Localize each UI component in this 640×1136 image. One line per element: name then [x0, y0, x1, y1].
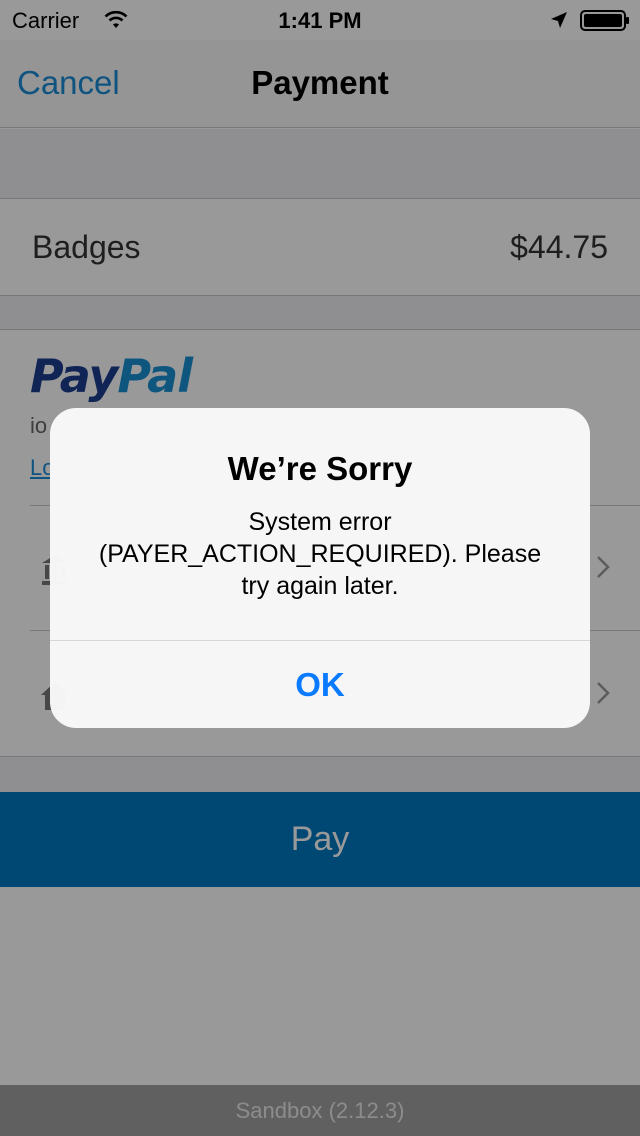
payment-screen: Carrier 1:41 PM Cancel Payment Badges $4… [0, 0, 640, 1136]
error-alert-dialog: We’re Sorry System error (PAYER_ACTION_R… [50, 408, 590, 728]
alert-ok-button[interactable]: OK [50, 641, 590, 728]
alert-message: System error (PAYER_ACTION_REQUIRED). Pl… [98, 508, 542, 600]
alert-title: We’re Sorry [227, 450, 413, 487]
